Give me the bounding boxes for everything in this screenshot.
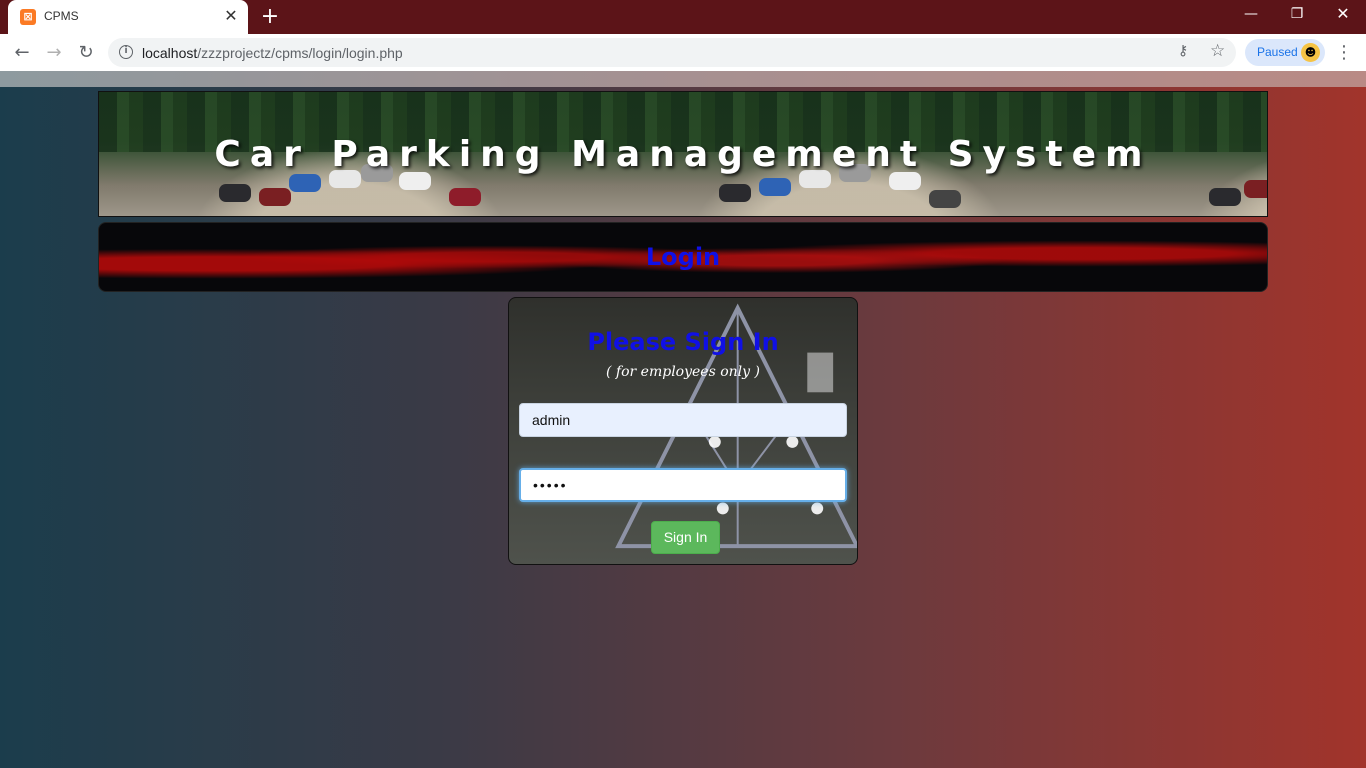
url-path: /zzzprojectz/cpms/login/login.php bbox=[197, 45, 403, 61]
car-image bbox=[219, 184, 251, 202]
bookmark-star-icon[interactable]: ☆ bbox=[1210, 41, 1225, 61]
username-input[interactable]: admin bbox=[519, 403, 847, 437]
url-text[interactable]: localhost/zzzprojectz/cpms/login/login.p… bbox=[142, 45, 403, 61]
form-heading: Please Sign In bbox=[587, 328, 779, 356]
password-input[interactable]: ••••• bbox=[519, 468, 847, 502]
section-title: Login bbox=[645, 243, 721, 271]
window-restore-icon[interactable]: ❐ bbox=[1274, 0, 1320, 30]
profile-paused-button[interactable]: Paused ☻ bbox=[1245, 39, 1325, 66]
login-section-header: Login bbox=[98, 222, 1268, 292]
window-minimize-icon[interactable]: — bbox=[1228, 0, 1274, 30]
back-arrow-icon[interactable]: ← bbox=[9, 40, 35, 66]
car-image bbox=[1209, 188, 1241, 206]
paused-label: Paused bbox=[1257, 45, 1298, 59]
browser-tab[interactable]: ⊠ CPMS ✕ bbox=[8, 0, 248, 34]
site-title: Car Parking Management System bbox=[214, 134, 1152, 175]
password-key-icon[interactable]: ⚷ bbox=[1178, 43, 1188, 59]
browser-tab-strip: ⊠ CPMS ✕ + — ❐ ✕ bbox=[0, 0, 1366, 34]
reload-icon[interactable]: ↻ bbox=[73, 40, 99, 66]
car-image bbox=[449, 188, 481, 206]
car-image bbox=[259, 188, 291, 206]
car-image bbox=[759, 178, 791, 196]
profile-avatar-icon: ☻ bbox=[1301, 43, 1320, 62]
browser-toolbar: ← → ↻ i localhost/zzzprojectz/cpms/login… bbox=[0, 34, 1366, 71]
car-image bbox=[719, 184, 751, 202]
url-host: localhost bbox=[142, 45, 198, 61]
form-subheading: ( for employees only ) bbox=[606, 364, 760, 380]
tab-close-icon[interactable]: ✕ bbox=[222, 7, 240, 25]
xampp-favicon-icon: ⊠ bbox=[20, 9, 36, 25]
login-card: Please Sign In ( for employees only ) ad… bbox=[508, 297, 858, 565]
address-bar[interactable]: i localhost/zzzprojectz/cpms/login/login… bbox=[108, 38, 1236, 67]
car-image bbox=[1244, 180, 1267, 198]
car-image bbox=[289, 174, 321, 192]
browser-menu-icon[interactable]: ⋮ bbox=[1334, 40, 1354, 66]
header-banner: Car Parking Management System bbox=[98, 91, 1268, 217]
site-info-icon[interactable]: i bbox=[119, 45, 133, 59]
sign-in-button[interactable]: Sign In bbox=[651, 521, 720, 554]
top-strip bbox=[0, 71, 1366, 87]
car-image bbox=[929, 190, 961, 208]
window-close-icon[interactable]: ✕ bbox=[1320, 0, 1366, 30]
tab-title: CPMS bbox=[44, 9, 79, 23]
page-viewport: Car Parking Management System Login Plea… bbox=[0, 71, 1366, 768]
forward-arrow-icon[interactable]: → bbox=[41, 40, 67, 66]
new-tab-plus-icon[interactable]: + bbox=[258, 5, 282, 29]
